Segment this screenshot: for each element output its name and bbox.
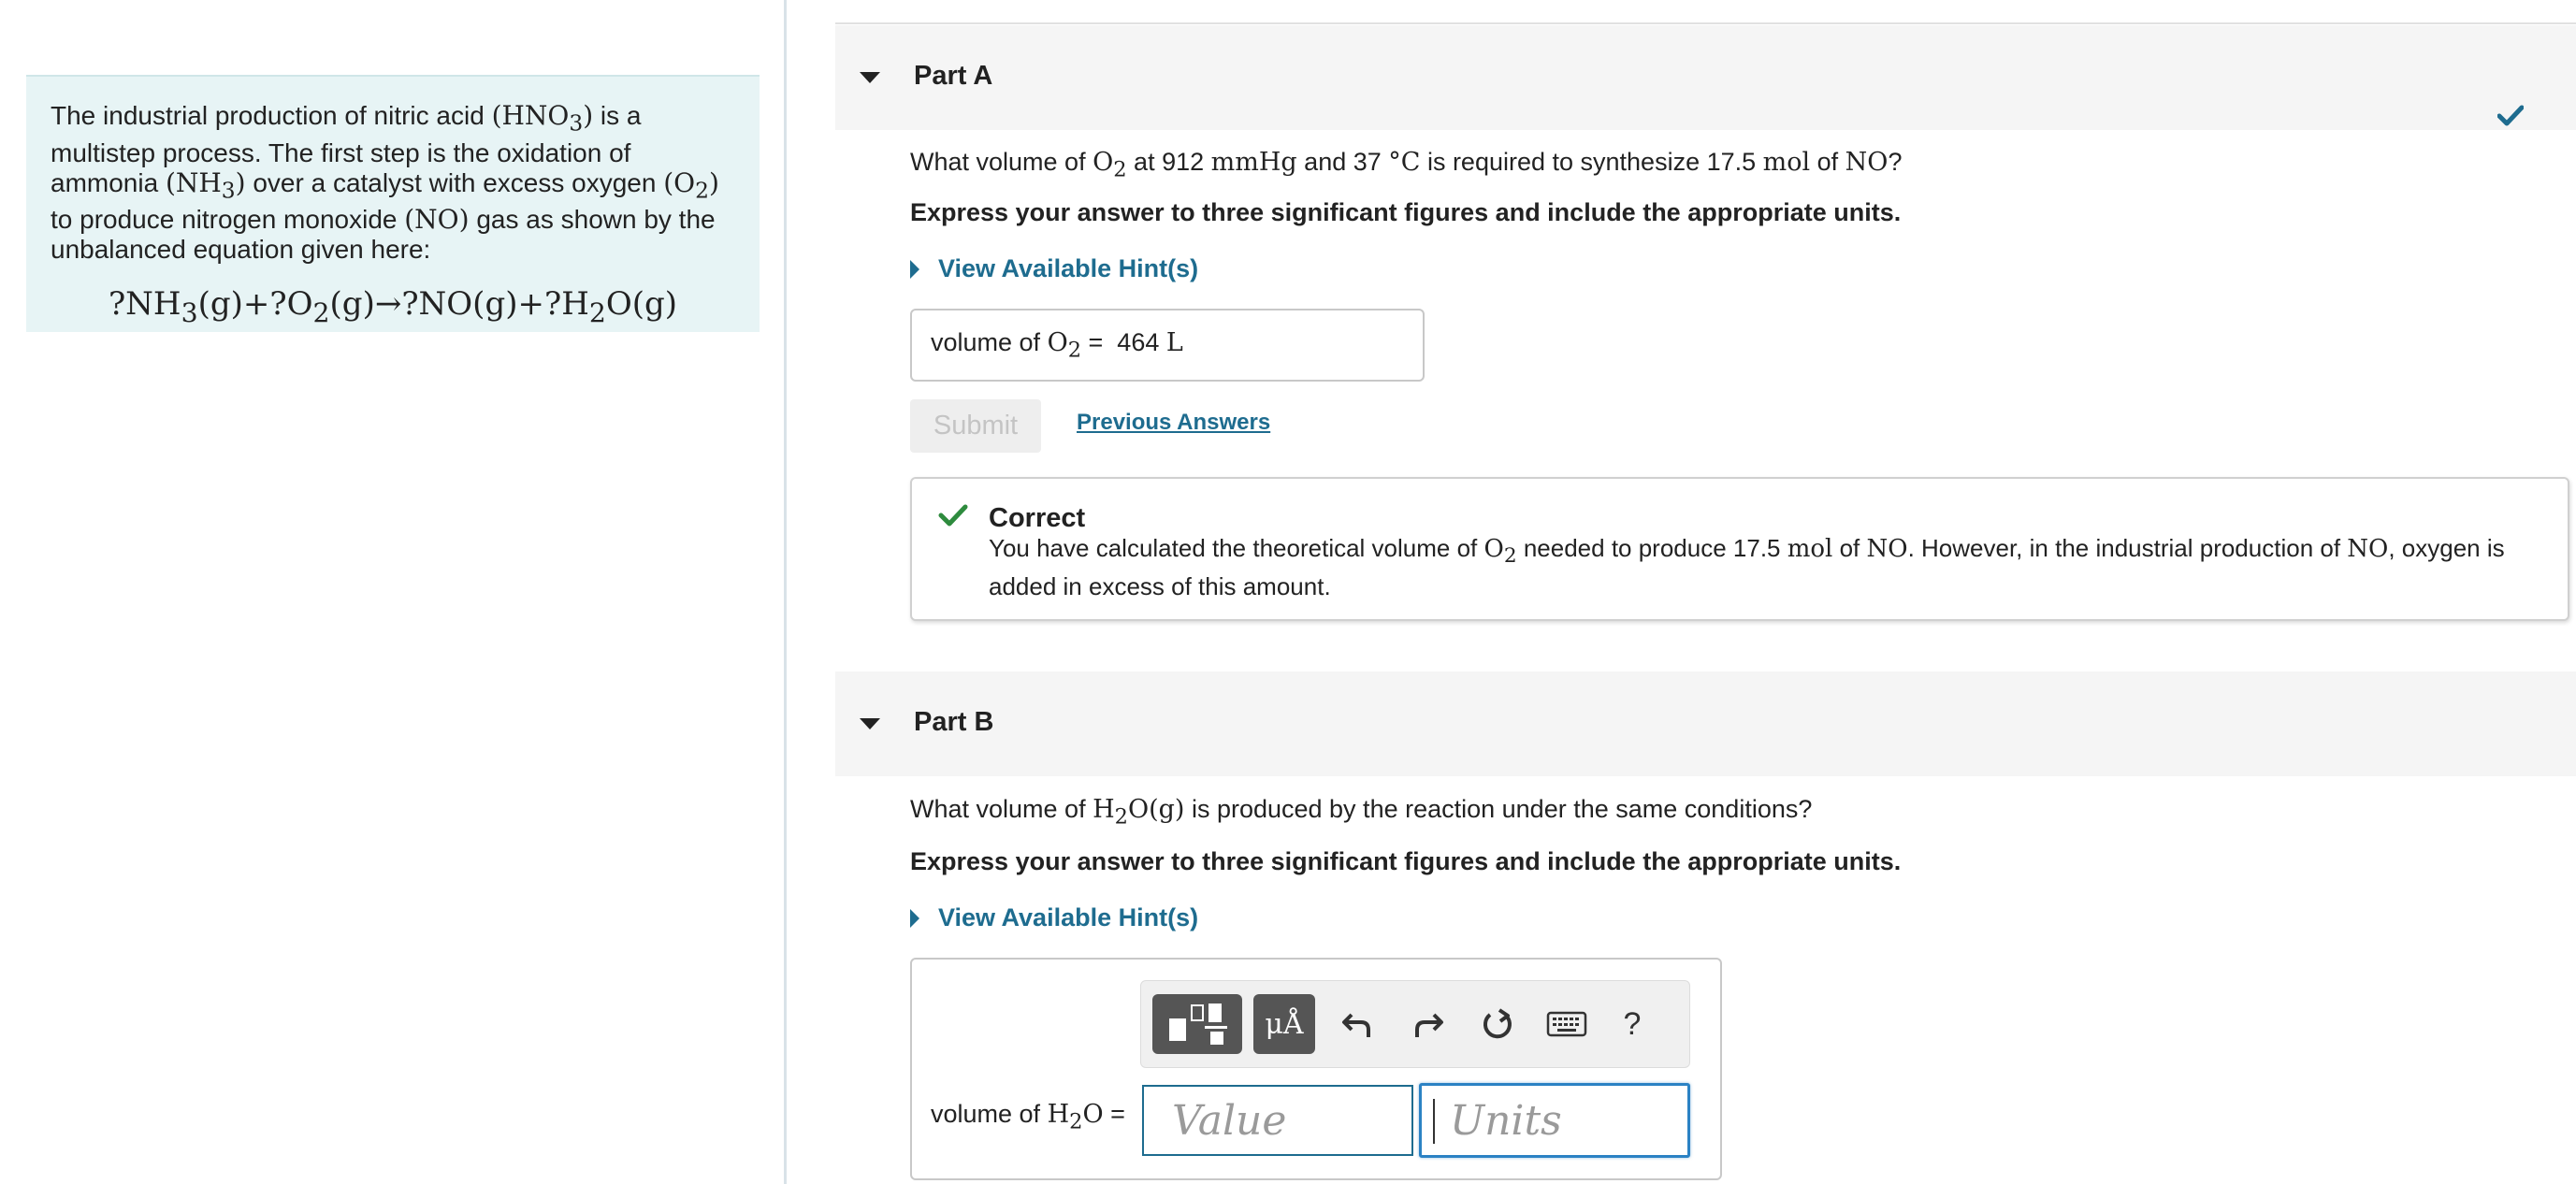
part-a-title: Part A — [914, 61, 993, 91]
units-button[interactable]: μÅ — [1253, 994, 1315, 1054]
value-placeholder: Value — [1172, 1096, 1287, 1145]
redo-button[interactable] — [1405, 994, 1452, 1054]
part-complete-check-icon — [2497, 105, 2524, 126]
part-a-hint-link[interactable]: View Available Hint(s) — [910, 254, 1198, 283]
part-a-answer-text: volume of O2 = 464 L — [931, 327, 1183, 363]
hint-link-label: View Available Hint(s) — [938, 254, 1199, 282]
hint-link-label: View Available Hint(s) — [938, 903, 1199, 931]
part-b-question: What volume of H2O(g) is produced by the… — [910, 795, 1813, 830]
reset-button[interactable] — [1474, 994, 1521, 1054]
collapse-caret-icon[interactable] — [860, 718, 880, 729]
math-toolbar: μÅ ? — [1140, 980, 1690, 1068]
collapse-caret-icon[interactable] — [860, 72, 880, 83]
redo-icon — [1415, 1013, 1443, 1037]
templates-icon — [1169, 1004, 1227, 1045]
intro-panel: The industrial production of nitric acid… — [26, 75, 760, 332]
intro-text: The industrial production of nitric acid… — [51, 100, 719, 265]
part-b-answer-area: μÅ ? volume of H2O = Value Units — [910, 958, 1722, 1180]
part-b-instructions: Express your answer to three significant… — [910, 847, 1902, 875]
part-b-answer-label: volume of H2O = — [931, 1100, 1125, 1134]
feedback-title: Correct — [989, 503, 1086, 533]
value-input[interactable]: Value — [1142, 1085, 1413, 1156]
undo-button[interactable] — [1334, 994, 1381, 1054]
correct-feedback-box: Correct You have calculated the theoreti… — [910, 477, 2569, 621]
part-a-answer-field: volume of O2 = 464 L — [910, 309, 1425, 382]
keyboard-button[interactable] — [1541, 994, 1592, 1054]
templates-button[interactable] — [1152, 994, 1242, 1054]
part-b-title: Part B — [914, 707, 994, 737]
text-cursor — [1433, 1099, 1435, 1144]
feedback-text: You have calculated the theoretical volu… — [989, 534, 2505, 601]
part-b-header[interactable]: Part B — [835, 671, 2576, 776]
part-b-hint-link[interactable]: View Available Hint(s) — [910, 903, 1198, 932]
previous-answers-link[interactable]: Previous Answers — [1077, 410, 1270, 436]
reset-icon — [1483, 1008, 1512, 1039]
submit-button[interactable]: Submit — [910, 399, 1041, 453]
units-placeholder: Units — [1450, 1096, 1562, 1145]
undo-icon — [1342, 1013, 1370, 1037]
keyboard-icon — [1546, 1011, 1587, 1037]
help-button[interactable]: ? — [1609, 994, 1656, 1054]
correct-check-icon — [938, 504, 968, 527]
part-a-instructions: Express your answer to three significant… — [910, 198, 1902, 226]
top-divider — [835, 22, 2576, 24]
column-divider — [784, 0, 787, 1184]
reaction-equation: ?NH3(g)+?O2(g)→?NO(g)+?H2O(g) — [108, 285, 678, 328]
part-a-header[interactable]: Part A — [835, 25, 2576, 130]
expand-triangle-icon — [910, 260, 919, 279]
part-a-question: What volume of O2 at 912 mmHg and 37 °C … — [910, 148, 1903, 182]
expand-triangle-icon — [910, 909, 919, 928]
units-input[interactable]: Units — [1419, 1083, 1690, 1158]
